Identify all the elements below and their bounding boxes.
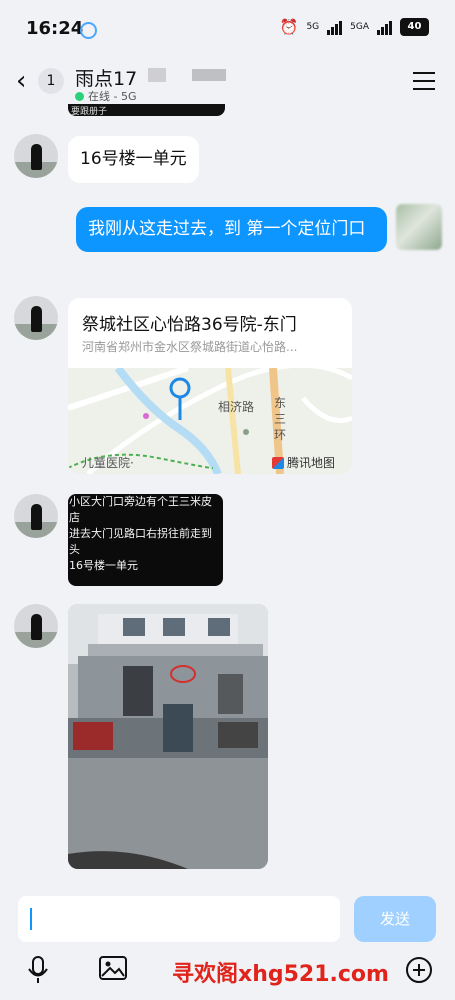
location-card[interactable]: 祭城社区心怡路36号院-东门 河南省郑州市金水区祭城路街道心怡路... 相济路 … xyxy=(68,298,352,474)
app-notification-icon xyxy=(80,22,97,39)
contact-avatar[interactable] xyxy=(14,494,58,538)
watermark-text: 寻欢阁xhg521.com xyxy=(172,962,389,987)
map-label-hospital: 儿童医院· xyxy=(82,456,134,470)
online-status-text: 在线 - 5G xyxy=(88,90,137,103)
map-label-ring: 三 xyxy=(274,412,287,426)
battery-icon: 40 xyxy=(400,18,429,36)
contact-avatar[interactable] xyxy=(14,134,58,178)
tencent-map-logo-icon xyxy=(272,456,284,469)
map-brand-text: 腾讯地图 xyxy=(287,456,336,470)
back-icon[interactable]: ‹ xyxy=(16,66,26,96)
contact-avatar[interactable] xyxy=(14,296,58,340)
message-bubble-sent[interactable]: 我刚从这走过去，到 第一个定位门口 xyxy=(76,207,387,252)
map-brand: 腾讯地图 xyxy=(272,454,335,471)
online-status: 在线 - 5G xyxy=(75,88,137,104)
status-bar: 16:24 ⏰ 5G 5GA 40 xyxy=(0,0,455,58)
location-address: 河南省郑州市金水区祭城路街道心怡路... xyxy=(82,340,298,354)
dark-line: 头 xyxy=(69,543,80,556)
message-input[interactable] xyxy=(18,896,340,942)
unread-count-badge[interactable]: 1 xyxy=(38,68,64,94)
map-label-ring: 东 xyxy=(274,396,287,410)
add-icon[interactable] xyxy=(405,956,433,988)
send-button[interactable]: 发送 xyxy=(354,896,436,942)
map-label-ring: 环 xyxy=(274,428,287,442)
toolbar: 寻欢阁xhg521.com xyxy=(0,956,455,996)
message-bubble-received[interactable]: 16号楼一单元 xyxy=(68,136,199,183)
message-text: 16号楼一单元 xyxy=(80,149,187,169)
microphone-icon[interactable] xyxy=(27,956,49,988)
alarm-icon: ⏰ xyxy=(279,18,299,36)
redacted-block xyxy=(148,68,166,82)
message-text: 我刚从这走过去，到 第一个定位门口 xyxy=(88,219,366,239)
previous-message-fragment: 要跟册子 xyxy=(68,104,225,116)
status-time: 16:24 xyxy=(26,18,84,39)
my-avatar[interactable] xyxy=(396,204,442,250)
network-1-label: 5G xyxy=(306,22,320,32)
network-2-label: 5GA xyxy=(350,22,369,32)
location-map[interactable]: 相济路 东 三 环 儿童医院· 腾讯地图 xyxy=(68,362,352,474)
image-icon[interactable] xyxy=(99,956,127,986)
input-bar: 发送 寻欢阁xhg521.com xyxy=(0,890,455,1000)
signal-icon-2 xyxy=(377,19,392,35)
menu-icon[interactable] xyxy=(413,72,435,96)
online-dot-icon xyxy=(75,91,84,101)
message-image-text[interactable]: 小区大门口旁边有个王三米皮 店 进去大门见路口右拐往前走到 头 16号楼一单元 xyxy=(68,494,223,586)
photo-image xyxy=(68,604,268,869)
dark-line: 16号楼一单元 xyxy=(69,559,138,572)
dark-line: 小区大门口旁边有个王三米皮 xyxy=(69,495,212,508)
text-caret xyxy=(30,908,32,930)
redacted-block xyxy=(192,69,226,81)
signal-icon-1 xyxy=(327,19,343,35)
dark-line: 店 xyxy=(69,511,80,524)
status-icons: ⏰ 5G 5GA 40 xyxy=(280,18,429,36)
map-label-road: 相济路 xyxy=(218,400,255,414)
chat-header: ‹ 1 雨点17 在线 - 5G xyxy=(0,58,455,110)
contact-avatar[interactable] xyxy=(14,604,58,648)
contact-name[interactable]: 雨点17 xyxy=(75,64,137,91)
dark-line: 进去大门见路口右拐往前走到 xyxy=(69,527,212,540)
location-title: 祭城社区心怡路36号院-东门 xyxy=(82,315,297,335)
message-photo[interactable] xyxy=(68,604,268,869)
